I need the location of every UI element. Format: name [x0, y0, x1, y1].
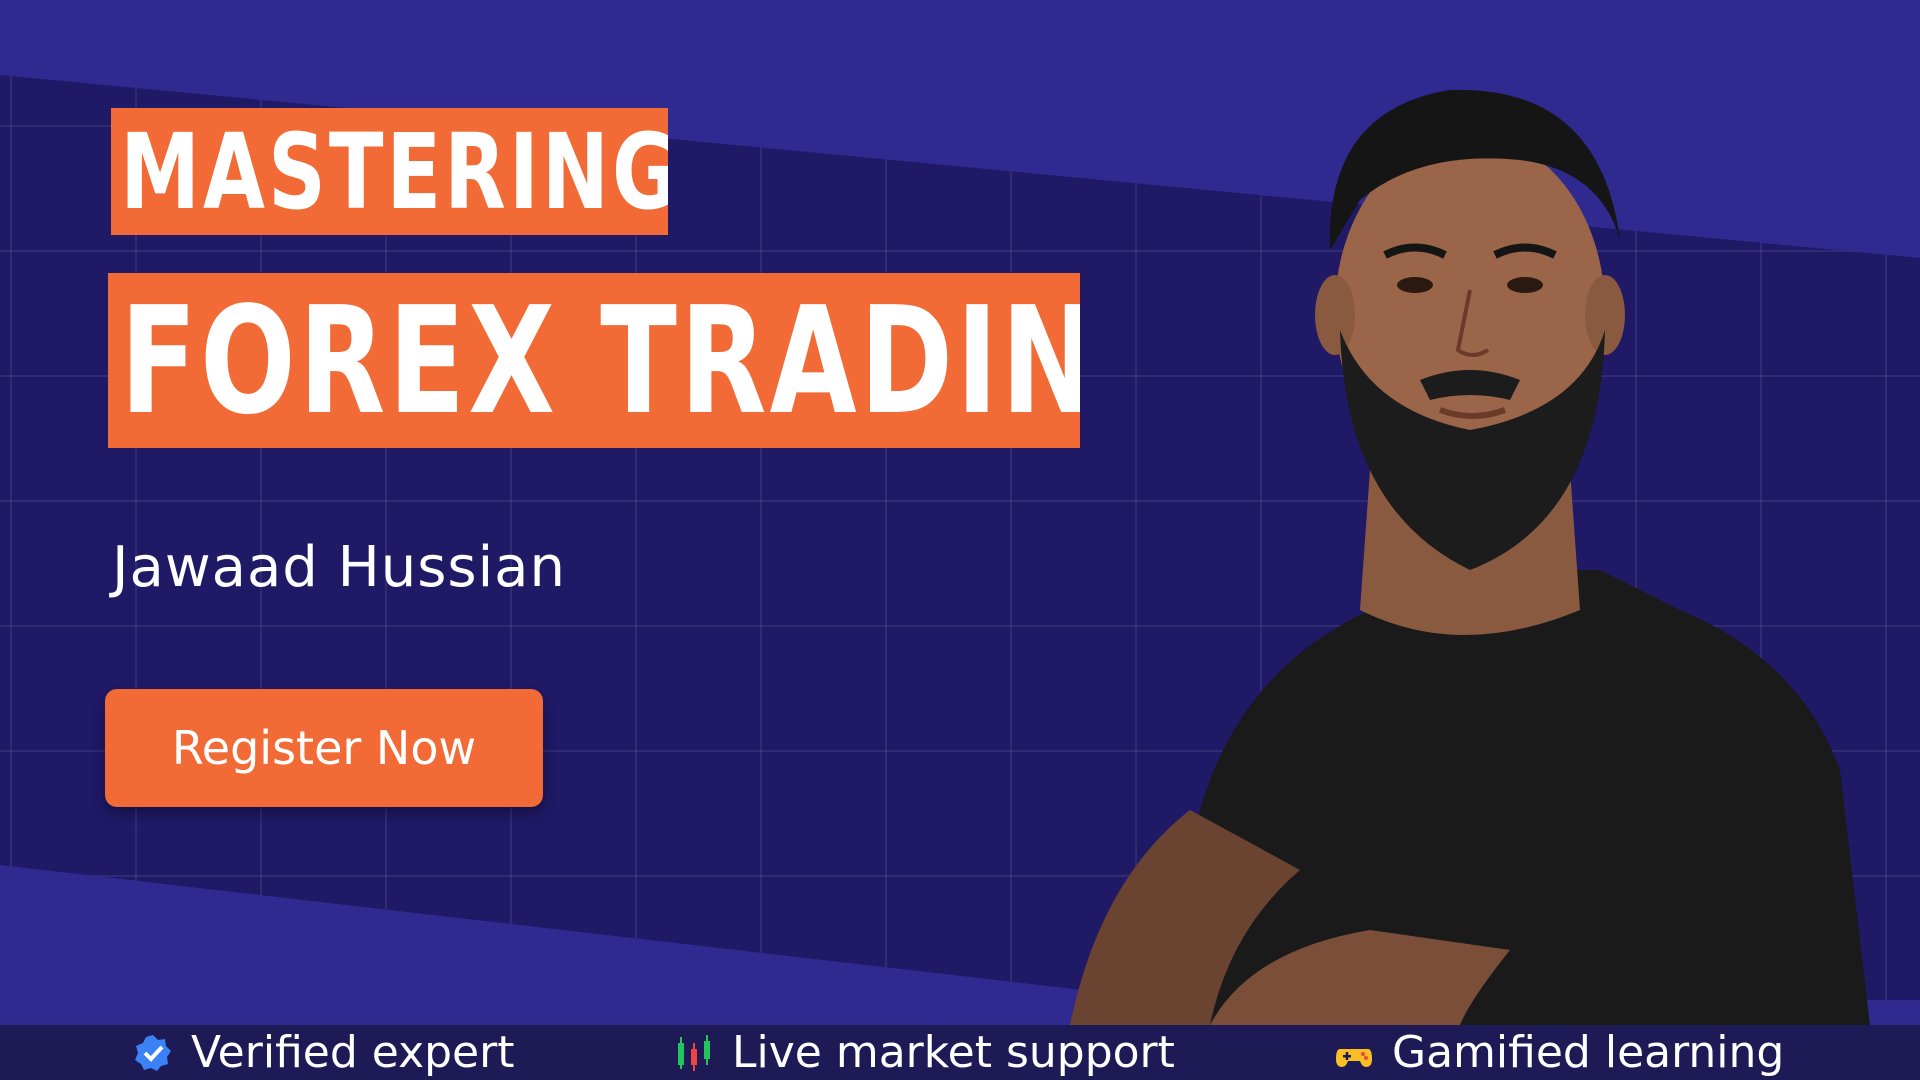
feature-label: Gamified learning: [1392, 1027, 1785, 1078]
presenter-photo: [1070, 89, 1870, 1025]
feature-live-market-support: Live market support: [674, 1025, 1175, 1080]
title-line-1: MASTERING: [111, 108, 668, 235]
title-line-2-text: FOREX TRADING: [120, 274, 1080, 447]
register-now-button[interactable]: Register Now: [105, 689, 543, 807]
verified-badge-icon: [135, 1034, 171, 1071]
feature-label: Verified expert: [191, 1027, 515, 1078]
feature-gamified-learning: Gamified learning: [1334, 1025, 1784, 1080]
feature-label: Live market support: [732, 1027, 1175, 1078]
game-controller-icon: [1336, 1048, 1372, 1067]
candlestick-chart-icon: [678, 1034, 710, 1071]
title-line-2: FOREX TRADING: [108, 273, 1080, 448]
feature-verified-expert: Verified expert: [133, 1025, 514, 1080]
features-bar: Verified expert Live market support Gami…: [0, 1025, 1920, 1080]
title-line-1-text: MASTERING: [120, 110, 668, 233]
author-name: Jawaad Hussian: [112, 535, 566, 600]
